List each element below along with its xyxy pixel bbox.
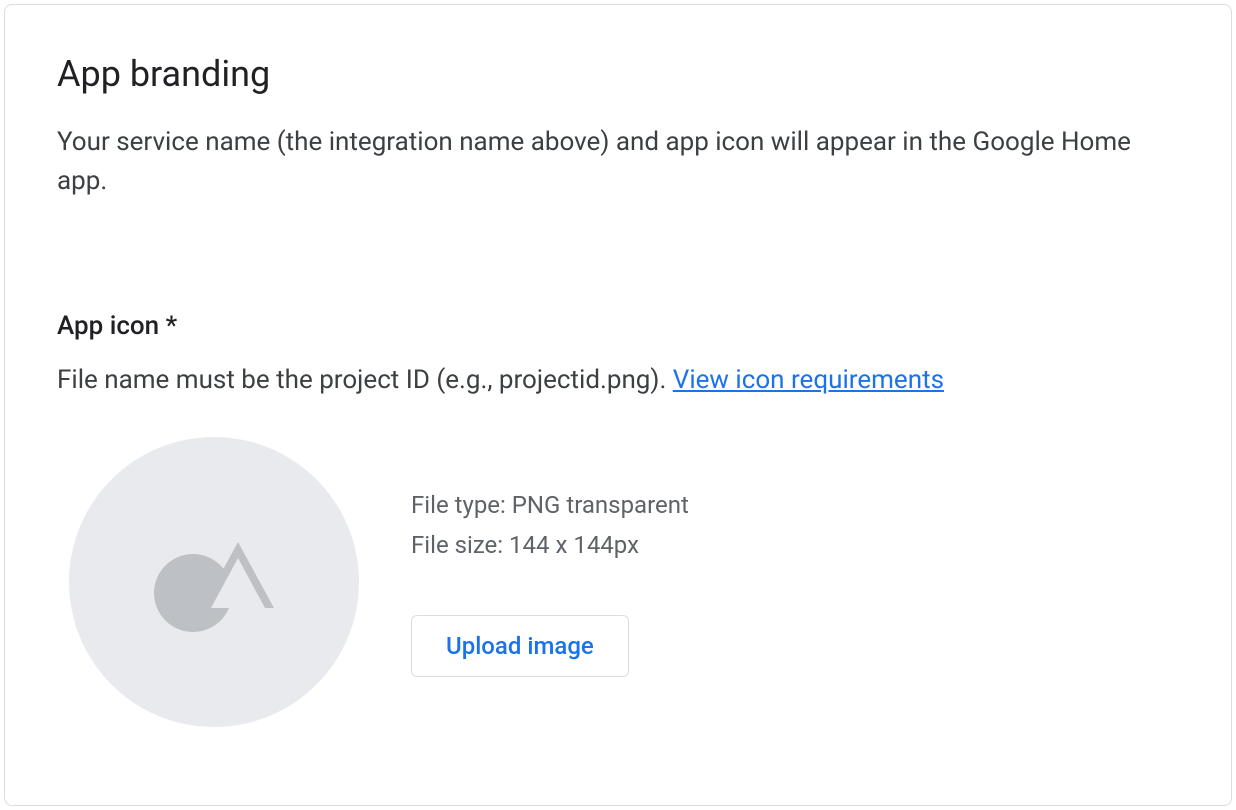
file-type-text: File type: PNG transparent <box>411 487 689 523</box>
app-icon-help-text: File name must be the project ID (e.g., … <box>57 365 673 395</box>
icon-details: File type: PNG transparent File size: 14… <box>411 487 689 677</box>
upload-image-button[interactable]: Upload image <box>411 615 629 677</box>
view-icon-requirements-link[interactable]: View icon requirements <box>673 365 944 395</box>
file-size-text: File size: 144 x 144px <box>411 527 689 563</box>
image-placeholder-icon <box>154 532 274 632</box>
app-icon-help: File name must be the project ID (e.g., … <box>57 365 1179 395</box>
icon-upload-row: File type: PNG transparent File size: 14… <box>57 437 1179 727</box>
app-branding-card: App branding Your service name (the inte… <box>4 4 1232 806</box>
icon-placeholder <box>69 437 359 727</box>
app-icon-label: App icon * <box>57 311 1179 341</box>
section-title: App branding <box>57 53 1179 95</box>
section-description: Your service name (the integration name … <box>57 123 1157 201</box>
